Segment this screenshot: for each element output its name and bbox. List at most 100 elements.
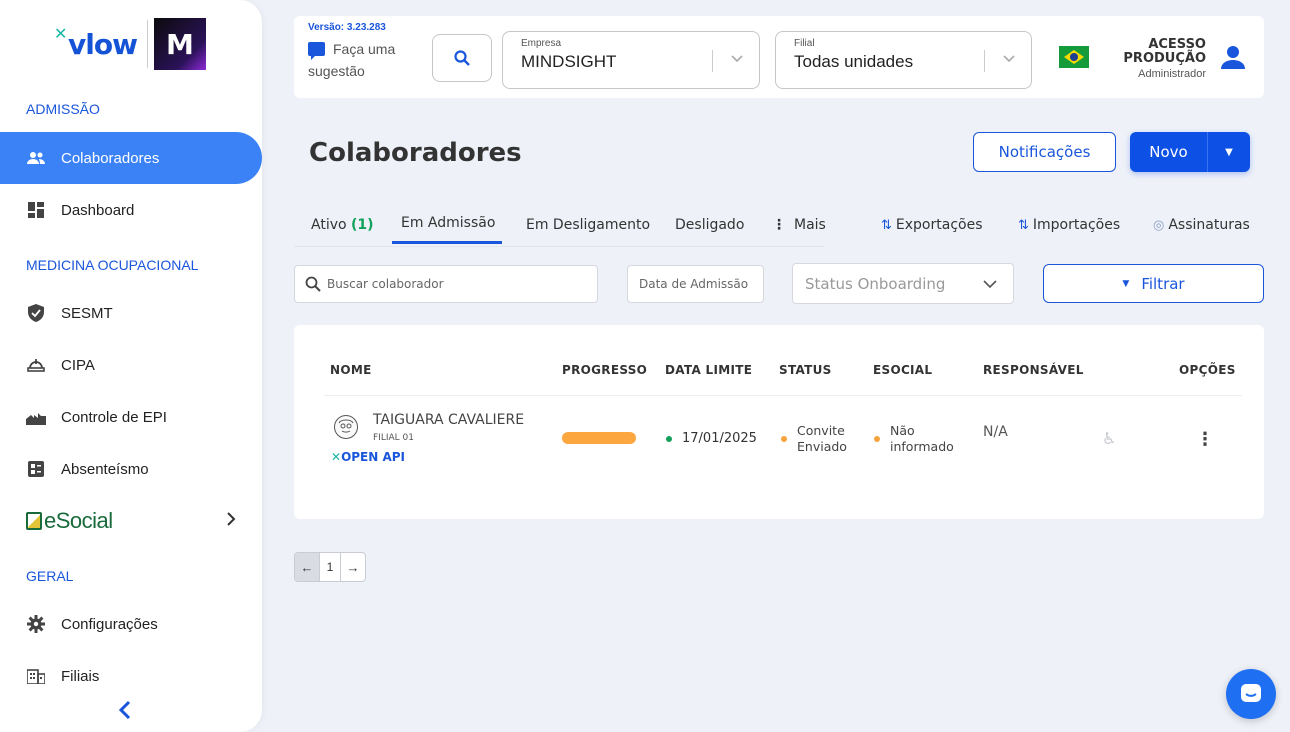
status-line2: Enviado (797, 439, 847, 454)
brazil-flag-icon[interactable] (1059, 46, 1089, 68)
pagination: ← 1 → (294, 552, 366, 582)
row-options-button[interactable]: ⋮ (1196, 429, 1214, 450)
filial-select[interactable]: Filial Todas unidades (775, 31, 1032, 89)
tab-em-admissao[interactable]: Em Admissão (401, 215, 495, 231)
chevron-down-icon (731, 50, 743, 66)
fingerprint-icon: ◎ (1153, 217, 1165, 233)
search-input[interactable]: Buscar colaborador (294, 265, 598, 303)
col-status: STATUS (779, 363, 832, 377)
esocial-box-icon (26, 512, 42, 530)
openapi-x-icon: ✕ (331, 450, 342, 464)
tab-desligado[interactable]: Desligado (675, 217, 744, 233)
new-button[interactable]: Novo ▼ (1130, 132, 1250, 172)
employee-name[interactable]: TAIGUARA CAVALIERE (373, 412, 524, 428)
notifications-button[interactable]: Notificações (973, 132, 1116, 172)
date-placeholder: Data de Admissão (639, 277, 749, 291)
sidebar-item-configuracoes[interactable]: Configurações (0, 598, 262, 650)
col-data-limite: DATA LIMITE (665, 363, 753, 377)
search-placeholder: Buscar colaborador (327, 277, 444, 291)
collapse-sidebar-button[interactable] (118, 700, 132, 726)
status-dot (874, 436, 880, 442)
sidebar-item-absenteismo[interactable]: Absenteísmo (0, 443, 262, 495)
header-divider (324, 395, 1242, 396)
caret-down-icon[interactable]: ▼ (1208, 132, 1250, 172)
chat-icon (308, 42, 325, 60)
deadline: 17/01/2025 (666, 431, 757, 446)
sidebar-item-epi[interactable]: Controle de EPI (0, 391, 262, 443)
exportacoes-link[interactable]: ⇅ Exportações (881, 217, 982, 233)
sidebar-item-label: Filiais (61, 667, 100, 685)
import-icon: ⇅ (1018, 217, 1029, 233)
chat-support-button[interactable] (1226, 669, 1276, 719)
people-icon (26, 148, 46, 168)
esocial-cell: Não informado (874, 423, 954, 455)
sidebar-item-sesmt[interactable]: SESMT (0, 287, 262, 339)
assinaturas-label: Assinaturas (1168, 217, 1250, 233)
section-admissao: ADMISSÃO (26, 101, 100, 117)
access-line1: ACESSO (1148, 37, 1206, 52)
search-icon (454, 50, 470, 66)
top-bar: Versão: 3.23.283 Faça uma sugestão Empre… (294, 16, 1264, 98)
sidebar-item-dashboard[interactable]: Dashboard (0, 184, 262, 236)
col-esocial: ESOCIAL (873, 363, 933, 377)
sidebar-item-filiais[interactable]: Filiais (0, 650, 262, 702)
section-medicina: MEDICINA OCUPACIONAL (26, 257, 199, 273)
accessibility-icon[interactable]: ♿ (1102, 429, 1116, 448)
status-placeholder: Status Onboarding (805, 274, 946, 293)
select-divider (984, 50, 985, 72)
col-responsavel: RESPONSÁVEL (983, 363, 1084, 377)
progress-bar (562, 432, 636, 444)
exportacoes-label: Exportações (895, 217, 983, 233)
deadline-value: 17/01/2025 (682, 431, 757, 446)
sidebar-item-colaboradores[interactable]: Colaboradores (0, 132, 262, 184)
logo[interactable]: ✕ vlow M (54, 18, 206, 70)
avatar (334, 415, 358, 439)
access-line2: PRODUÇÃO (1123, 51, 1206, 66)
importacoes-link[interactable]: ⇅ Importações (1018, 217, 1120, 233)
col-nome: NOME (330, 363, 372, 377)
status-onboarding-select[interactable]: Status Onboarding (792, 263, 1014, 304)
admission-date-input[interactable]: Data de Admissão (627, 265, 764, 303)
tab-mais[interactable]: ⋮ Mais (772, 217, 826, 233)
sidebar-item-label: Controle de EPI (61, 408, 167, 426)
kebab-icon: ⋮ (772, 217, 786, 233)
employees-table: NOME PROGRESSO DATA LIMITE STATUS ESOCIA… (294, 325, 1264, 519)
filial-value: Todas unidades (794, 52, 914, 71)
assinaturas-link[interactable]: ◎ Assinaturas (1153, 217, 1250, 233)
logo-divider (146, 20, 148, 68)
source-badge: ✕OPEN API (331, 450, 405, 464)
section-geral: GERAL (26, 568, 74, 584)
filter-icon: ▼ (1122, 278, 1130, 289)
prev-page-button[interactable]: ← (295, 553, 319, 581)
status-cell: Convite Enviado (781, 423, 847, 455)
tab-mais-label: Mais (794, 217, 826, 233)
export-icon: ⇅ (881, 217, 892, 233)
tab-ativo[interactable]: Ativo (1) (311, 217, 374, 233)
filter-button[interactable]: ▼ Filtrar (1043, 264, 1264, 303)
logo-text: vlow (68, 27, 138, 61)
client-logo: M (153, 18, 206, 70)
esocial-line1: Não (890, 423, 915, 438)
esocial-logo: eSocial (26, 508, 113, 534)
sidebar-item-cipa[interactable]: CIPA (0, 339, 262, 391)
suggestion-link[interactable]: Faça uma sugestão (308, 38, 428, 82)
search-button[interactable] (432, 34, 492, 82)
sidebar-item-esocial[interactable]: eSocial (26, 508, 236, 534)
shield-icon (26, 303, 46, 323)
next-page-button[interactable]: → (341, 553, 365, 581)
employee-filial: FILIAL 01 (373, 433, 414, 443)
status-dot (781, 436, 787, 442)
user-icon[interactable] (1220, 44, 1246, 75)
empresa-select[interactable]: Empresa MINDSIGHT (502, 31, 760, 89)
tab-em-desligamento[interactable]: Em Desligamento (526, 217, 650, 233)
new-button-label[interactable]: Novo (1130, 132, 1208, 172)
chat-bubble-icon (1241, 684, 1261, 702)
filial-label: Filial (794, 38, 815, 49)
chevron-down-icon (983, 275, 997, 293)
page-number[interactable]: 1 (319, 553, 341, 581)
search-icon (305, 276, 321, 292)
vlow-logo: ✕ vlow (54, 23, 138, 61)
empresa-label: Empresa (521, 38, 562, 49)
empresa-value: MINDSIGHT (521, 52, 617, 71)
sidebar-item-label: Configurações (61, 615, 158, 633)
